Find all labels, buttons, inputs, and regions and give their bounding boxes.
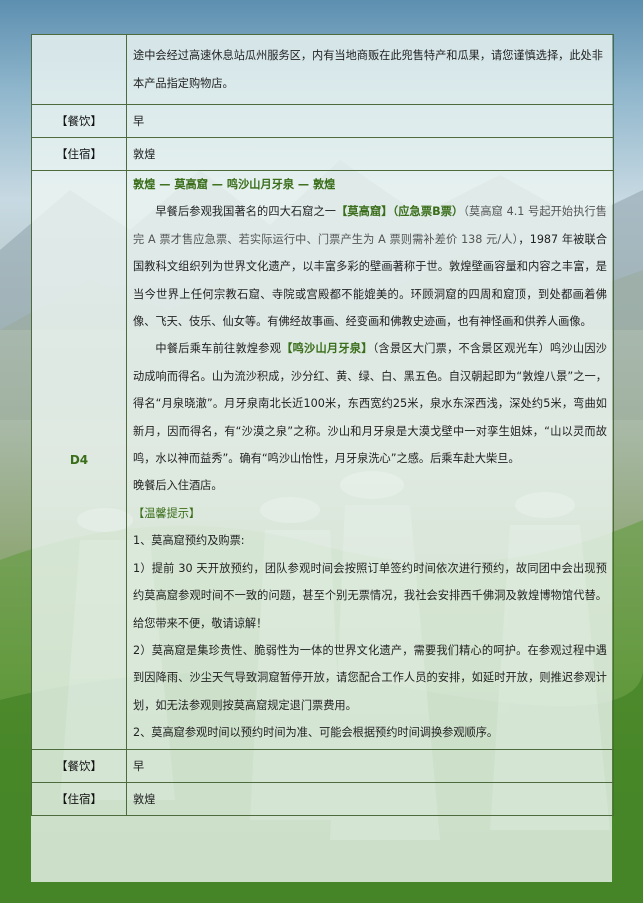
mogao-description: ，1987 年被联合国教科文组织列为世界文化遗产，以丰富多彩的壁画著称于世。敦煌… — [133, 232, 608, 329]
tip-item-1: 1、莫高窟预约及购票: — [133, 534, 245, 548]
table-row: D4 敦煌 — 莫高窟 — 鸣沙山月牙泉 — 敦煌 早餐后参观我国著名的四大石窟… — [31, 170, 614, 750]
day-label: D4 — [31, 170, 127, 750]
evening-note: 晚餐后入住酒店。 — [133, 479, 223, 493]
transit-note-cell: 途中会经过高速休息站瓜州服务区，内有当地商贩在此兜售特产和瓜果，请您谨慎选择，此… — [126, 34, 614, 105]
transit-note-line-1: 途中会经过高速休息站瓜州服务区，内有当地商贩在此兜售特产和瓜果，请您谨慎选择，此… — [133, 49, 603, 63]
table-row: 途中会经过高速休息站瓜州服务区，内有当地商贩在此兜售特产和瓜果，请您谨慎选择，此… — [31, 34, 614, 105]
table-row: 【餐饮】 早 — [31, 104, 614, 138]
mogao-intro: 早餐后参观我国著名的四大石窟之一 — [155, 205, 337, 219]
mingsha-paragraph: 中餐后乘车前往敦煌参观【鸣沙山月牙泉】（含景区大门票，不含景区观光车）鸣沙山因沙… — [133, 335, 607, 472]
transit-note-line-2: 本产品指定购物店。 — [133, 76, 234, 90]
accommodation-label: 【住宿】 — [31, 137, 127, 171]
tip-item-4: 2、莫高窟参观时间以预约时间为准、可能会根据预约时间调换参观顺序。 — [133, 726, 499, 740]
table-row: 【住宿】 敦煌 — [31, 781, 614, 816]
table-row: 【餐饮】 早 — [31, 748, 614, 783]
route-title: 敦煌 — 莫高窟 — 鸣沙山月牙泉 — 敦煌 — [133, 178, 336, 191]
accommodation-label: 【住宿】 — [31, 781, 127, 816]
mingsha-description: （含景区大门票，不含景区观光车）鸣沙山因沙动成响而得名。山为流沙积成，沙分红、黄… — [133, 342, 607, 466]
tip-item-3: 2）莫高窟是集珍贵性、脆弱性为一体的世界文化遗产，需要我们精心的呵护。在参观过程… — [133, 643, 607, 712]
empty-label-cell — [31, 34, 127, 105]
mingsha-highlight: 【鸣沙山月牙泉】 — [281, 342, 373, 356]
tips-title: 【温馨提示】 — [133, 506, 201, 520]
meal-value: 早 — [126, 104, 614, 138]
day-detail-cell: 敦煌 — 莫高窟 — 鸣沙山月牙泉 — 敦煌 早餐后参观我国著名的四大石窟之一【… — [126, 170, 614, 750]
mogao-highlight: 【莫高窟】（应急票B票） — [336, 205, 464, 219]
meal-value: 早 — [126, 748, 614, 783]
accommodation-value: 敦煌 — [126, 137, 614, 171]
accommodation-value: 敦煌 — [126, 781, 614, 816]
meal-label: 【餐饮】 — [31, 748, 127, 783]
table-row: 【住宿】 敦煌 — [31, 137, 614, 171]
mogao-paragraph: 早餐后参观我国著名的四大石窟之一【莫高窟】（应急票B票）（莫高窟 4.1 号起开… — [133, 198, 607, 335]
meal-label: 【餐饮】 — [31, 104, 127, 138]
tip-item-2: 1）提前 30 天开放预约，团队参观时间会按照订单签约时间依次进行预约，故同团中… — [133, 561, 607, 630]
itinerary-table: 途中会经过高速休息站瓜州服务区，内有当地商贩在此兜售特产和瓜果，请您谨慎选择，此… — [31, 34, 614, 816]
mingsha-intro: 中餐后乘车前往敦煌参观 — [155, 342, 282, 356]
